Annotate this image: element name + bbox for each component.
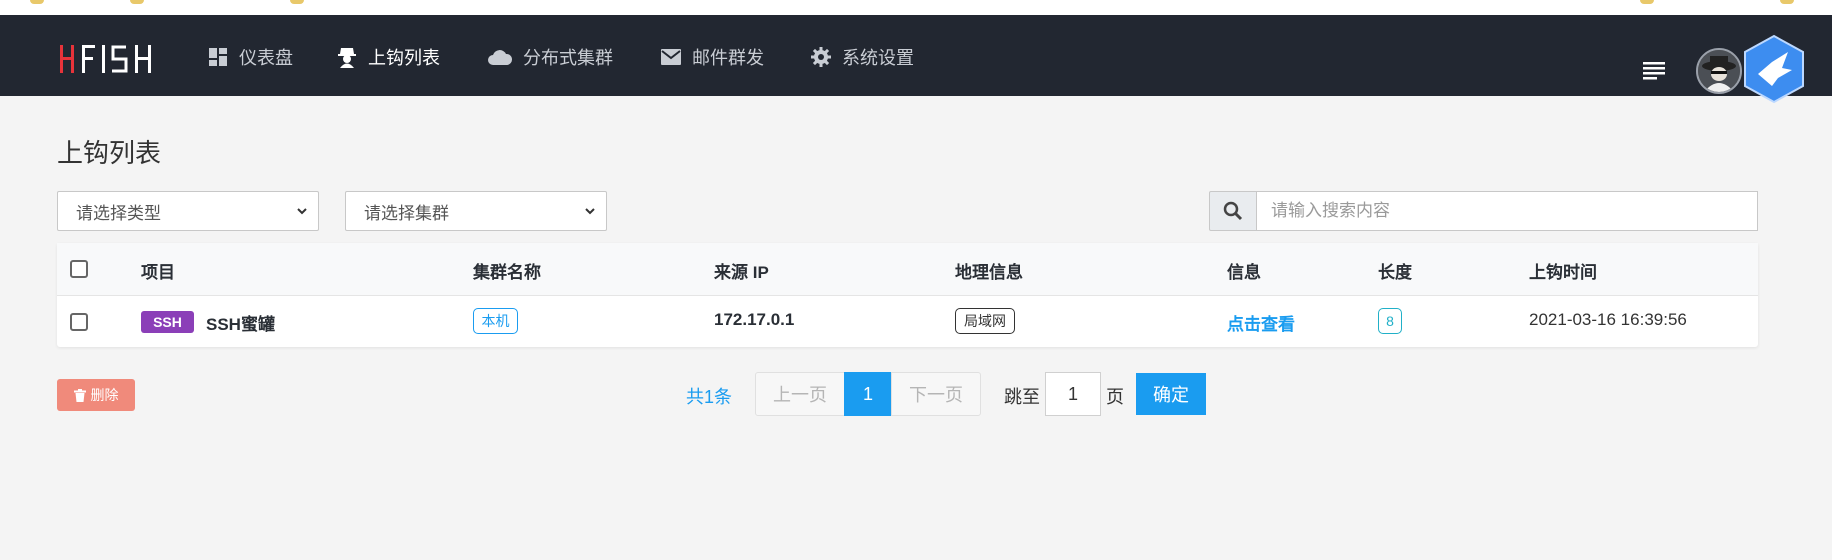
cluster-select[interactable]: 请选择集群 (345, 191, 607, 231)
cloud-icon (487, 46, 513, 68)
page-button-current[interactable]: 1 (844, 372, 892, 416)
avatar-image (1698, 50, 1740, 92)
top-strip-mark (1780, 0, 1794, 4)
next-page-label: 下一页 (909, 385, 963, 405)
nav-item-dashboard[interactable]: 仪表盘 (207, 43, 293, 71)
table-row: SSH SSH蜜罐 本机 172.17.0.1 局域网 点击查看 8 2021-… (57, 296, 1758, 347)
hooked-time: 2021-03-16 16:39:56 (1529, 310, 1687, 329)
hooked-table: 项目 集群名称 来源 IP 地理信息 信息 长度 上钩时间 SSH SSH蜜罐 … (57, 243, 1758, 347)
geo-badge: 局域网 (955, 308, 1015, 334)
nav-item-cluster[interactable]: 分布式集群 (487, 43, 613, 71)
column-header-info: 信息 (1227, 263, 1261, 282)
hfish-logo[interactable] (60, 45, 178, 73)
hacker-icon (336, 46, 358, 68)
top-strip-mark (290, 0, 304, 4)
protocol-badge: SSH (141, 311, 194, 333)
search-button[interactable] (1209, 191, 1257, 231)
cluster-badge: 本机 (473, 308, 518, 334)
search-input[interactable] (1256, 191, 1758, 231)
user-avatar[interactable] (1696, 48, 1742, 94)
delete-button[interactable]: 删除 (57, 379, 135, 411)
row-checkbox[interactable] (70, 313, 88, 331)
page-unit-label: 页 (1106, 387, 1124, 407)
table-header: 项目 集群名称 来源 IP 地理信息 信息 长度 上钩时间 (57, 243, 1758, 296)
top-navbar: 仪表盘 上钩列表 分布式集群 邮件群发 系统设置 (0, 15, 1832, 96)
source-ip: 172.17.0.1 (714, 310, 795, 329)
nav-item-label: 系统设置 (842, 48, 914, 68)
column-header-source-ip: 来源 IP (714, 263, 769, 282)
column-header-time: 上钩时间 (1529, 263, 1597, 282)
top-strip-mark (30, 0, 44, 4)
nav-item-label: 上钩列表 (368, 48, 440, 68)
prev-page-label: 上一页 (773, 385, 827, 405)
prev-page-button[interactable]: 上一页 (755, 372, 845, 416)
type-select-value: 请选择类型 (76, 203, 161, 223)
dashboard-icon (207, 46, 229, 68)
current-page-number: 1 (862, 383, 873, 404)
top-strip-mark (1640, 0, 1654, 4)
jump-page-input[interactable] (1045, 372, 1101, 416)
chevron-down-icon (585, 208, 595, 215)
view-detail-link[interactable]: 点击查看 (1227, 310, 1295, 335)
nav-item-label: 仪表盘 (239, 48, 293, 68)
trash-icon (73, 388, 86, 402)
type-select[interactable]: 请选择类型 (57, 191, 319, 231)
total-count: 共1条 (686, 387, 733, 407)
chevron-down-icon (297, 208, 307, 215)
column-header-cluster: 集群名称 (473, 263, 541, 282)
project-name: SSH蜜罐 (206, 315, 275, 334)
nav-item-hooked-list[interactable]: 上钩列表 (336, 43, 440, 71)
nav-item-mail[interactable]: 邮件群发 (660, 43, 764, 71)
top-strip-mark (130, 0, 144, 4)
menu-icon[interactable] (1643, 60, 1665, 80)
confirm-label: 确定 (1153, 385, 1189, 405)
nav-item-label: 分布式集群 (523, 48, 613, 68)
jump-to-label: 跳至 (1004, 387, 1040, 407)
select-all-checkbox[interactable] (70, 260, 88, 278)
nav-item-settings[interactable]: 系统设置 (810, 43, 914, 71)
page-title: 上钩列表 (57, 138, 162, 168)
gear-icon (810, 46, 832, 68)
column-header-length: 长度 (1378, 263, 1412, 282)
jump-confirm-button[interactable]: 确定 (1136, 373, 1206, 415)
length-badge: 8 (1378, 308, 1402, 334)
nav-item-label: 邮件群发 (692, 48, 764, 68)
next-page-button[interactable]: 下一页 (891, 372, 981, 416)
cluster-select-value: 请选择集群 (364, 203, 449, 223)
search-icon (1223, 201, 1243, 221)
column-header-geo: 地理信息 (955, 263, 1023, 282)
delete-label: 删除 (90, 387, 119, 403)
mail-icon (660, 46, 682, 68)
float-bird-badge[interactable] (1742, 34, 1806, 104)
column-header-project: 项目 (141, 263, 175, 282)
